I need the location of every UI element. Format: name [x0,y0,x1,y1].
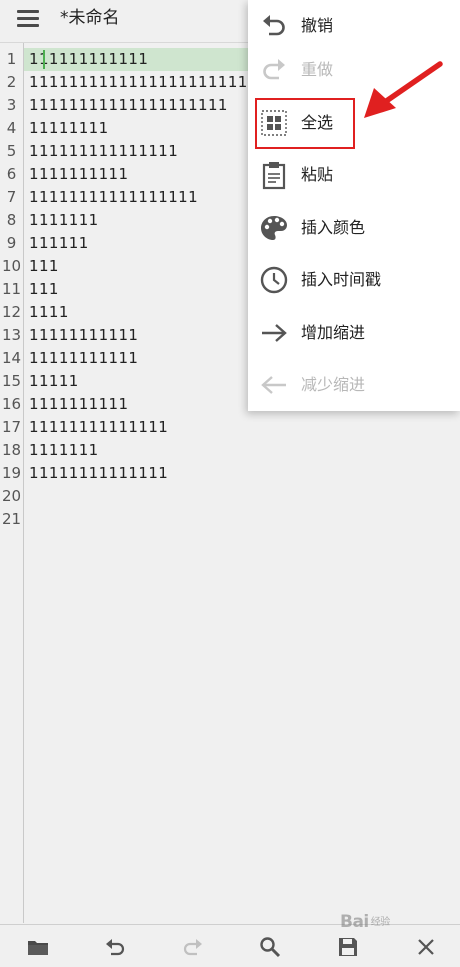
line-number: 13 [1,326,22,344]
line-number: 8 [6,211,17,229]
outdent-icon [261,376,286,394]
line-number: 5 [6,142,17,160]
menu-item-label: 粘贴 [301,165,334,184]
menu-item-insert-timestamp[interactable]: 插入时间戳 [248,254,460,306]
line-text: 111 [29,280,59,298]
line-text: 11111111111 [29,349,139,367]
indent-icon [262,324,287,342]
undo-icon [263,15,285,36]
menu-item-label: 增加缩进 [301,323,366,342]
line-text: 11111111111111 [29,418,169,436]
clock-icon [260,266,288,294]
line-text: 111111111111 [29,50,149,68]
line-text: 11111111111111111 [29,188,199,206]
line-number: 11 [1,280,22,298]
line-text: 1111 [29,303,69,321]
menu-item-label: 插入时间戳 [301,270,382,289]
line-number: 19 [1,464,22,482]
editor-line[interactable]: 11111111111111 [24,416,460,439]
line-text: 111111111111111 [29,142,179,160]
bottom-toolbar [0,924,460,967]
line-number: 7 [6,188,17,206]
editor-line[interactable]: 11111111111111 [24,462,460,485]
line-text: 11111111 [29,119,109,137]
folder-icon[interactable] [26,935,50,959]
annotation-highlight-box [255,98,355,149]
menu-item-decrease-indent[interactable]: 减少缩进 [248,359,460,411]
line-number: 6 [6,165,17,183]
line-number: 4 [6,119,17,137]
line-number: 21 [1,510,22,528]
redo-icon[interactable] [181,935,205,959]
line-text: 111111 [29,234,89,252]
menu-item-label: 减少缩进 [301,375,366,394]
line-text: 111 [29,257,59,275]
line-text: 1111111 [29,441,99,459]
line-text: 11111 [29,372,79,390]
line-number: 12 [1,303,22,321]
line-text: 1111111111111111111111111 [29,73,278,91]
line-number: 1 [6,50,17,68]
watermark-logo: Bai 经验 [340,912,390,932]
line-number: 10 [1,257,22,275]
menu-item-label: 插入颜色 [301,218,366,237]
line-number: 2 [6,73,17,91]
editor-line[interactable] [24,485,460,508]
menu-item-increase-indent[interactable]: 增加缩进 [248,307,460,359]
line-number: 9 [6,234,17,252]
line-text: 11111111111111111111 [29,96,228,114]
line-number: 15 [1,372,22,390]
document-title: *未命名 [60,8,120,28]
menu-item-label: 重做 [301,60,334,79]
line-number: 14 [1,349,22,367]
menu-item-insert-color[interactable]: 插入颜色 [248,202,460,254]
paste-icon [262,162,286,190]
line-text: 11111111111 [29,326,139,344]
undo-icon[interactable] [103,935,127,959]
line-text: 1111111 [29,211,99,229]
line-number: 17 [1,418,22,436]
editor-line[interactable] [24,508,460,531]
palette-icon [261,216,287,240]
search-icon[interactable] [258,935,282,959]
annotation-arrow-icon [364,61,443,118]
line-number: 16 [1,395,22,413]
save-icon[interactable] [336,935,360,959]
line-text: 1111111111 [29,165,129,183]
editor-line[interactable]: 1111111 [24,439,460,462]
line-text: 1111111111 [29,395,129,413]
line-number: 18 [1,441,22,459]
menu-item-label: 撤销 [301,16,334,35]
menu-item-paste[interactable]: 粘贴 [248,149,460,201]
line-text: 11111111111111 [29,464,169,482]
text-caret [43,50,45,69]
line-number: 20 [1,487,22,505]
redo-icon [263,59,285,80]
line-number: 3 [6,96,17,114]
close-icon[interactable] [414,935,438,959]
menu-icon[interactable] [17,10,39,28]
